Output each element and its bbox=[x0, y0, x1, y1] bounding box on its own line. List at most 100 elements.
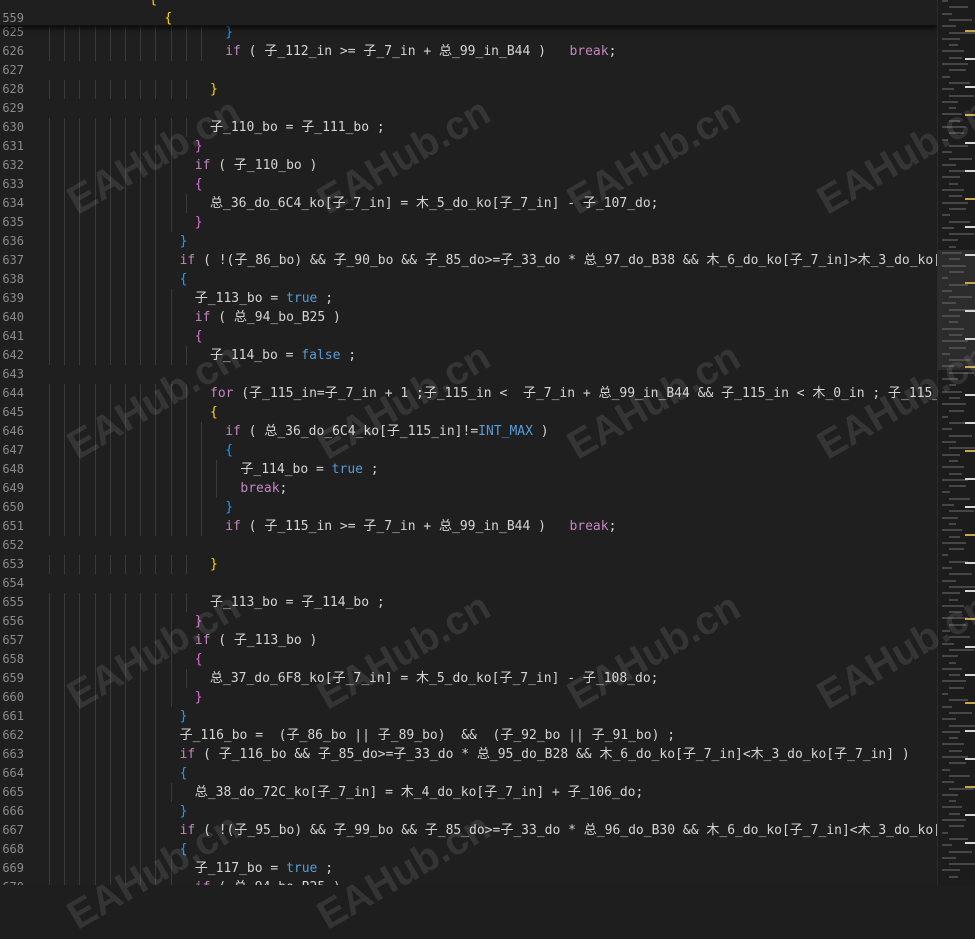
code-line[interactable]: 子_114_bo = false ; bbox=[210, 346, 356, 365]
indent-guide bbox=[140, 479, 142, 498]
indent-guide bbox=[155, 194, 157, 213]
minimap-highlight bbox=[965, 338, 975, 340]
minimap-line bbox=[949, 598, 958, 601]
indent-guide bbox=[109, 669, 111, 688]
code-line[interactable]: } bbox=[180, 232, 188, 251]
minimap-line bbox=[949, 69, 966, 72]
indent-guide bbox=[140, 251, 142, 270]
indent-guide bbox=[109, 460, 111, 479]
code-line[interactable]: if ( 子_113_bo ) bbox=[195, 631, 318, 650]
minimap-line bbox=[949, 837, 968, 840]
code-line[interactable]: { bbox=[180, 764, 188, 783]
code-line[interactable]: { bbox=[225, 441, 233, 460]
indent-guide bbox=[94, 878, 96, 885]
code-line[interactable]: if ( !(子_86_bo) && 子_90_bo && 子_85_do>=子… bbox=[180, 251, 937, 270]
code-line[interactable]: if ( 子_110_bo ) bbox=[195, 156, 318, 175]
indent-guide bbox=[155, 707, 157, 726]
minimap-line bbox=[949, 636, 970, 639]
code-line[interactable]: } bbox=[225, 498, 233, 517]
code-line[interactable]: 子_114_bo = true ; bbox=[240, 460, 378, 479]
indent-guide bbox=[185, 517, 187, 536]
code-line[interactable]: if ( 总_94_bo_B25 ) bbox=[195, 878, 341, 885]
minimap-line bbox=[942, 466, 964, 469]
code-line[interactable]: } bbox=[195, 612, 203, 631]
indent-guide bbox=[170, 42, 172, 61]
indent-guide bbox=[79, 80, 81, 99]
code-line[interactable]: 子_110_bo = 子_111_bo ; bbox=[210, 118, 385, 137]
code-line[interactable]: if ( 子_115_in >= 子_7_in + 总_99_in_B44 ) … bbox=[225, 517, 616, 536]
indent-guide bbox=[155, 175, 157, 194]
indent-guide bbox=[125, 384, 126, 403]
code-line[interactable]: if ( 子_116_bo && 子_85_do>=子_33_do * 总_95… bbox=[180, 745, 910, 764]
code-line[interactable]: 子_113_bo = true ; bbox=[195, 289, 333, 308]
code-line[interactable]: if ( 子_112_in >= 子_7_in + 总_99_in_B44 ) … bbox=[225, 42, 616, 61]
code-line[interactable]: 子_117_bo = true ; bbox=[195, 859, 333, 878]
indent-guide bbox=[79, 555, 81, 574]
minimap-line bbox=[942, 25, 956, 28]
code-line[interactable]: { bbox=[210, 403, 218, 422]
code-line[interactable]: { bbox=[180, 840, 188, 859]
code-line[interactable]: } bbox=[180, 707, 188, 726]
code-line[interactable]: if ( !(子_95_bo) && 子_99_bo && 子_85_do>=子… bbox=[180, 821, 937, 840]
indent-guide bbox=[64, 612, 66, 631]
code-line[interactable]: } bbox=[195, 213, 203, 232]
code-line[interactable]: break; bbox=[240, 479, 287, 498]
minimap-line bbox=[949, 447, 975, 450]
code-line[interactable]: if ( 总_94_bo_B25 ) bbox=[195, 308, 341, 327]
code-line[interactable]: 子_116_bo = (子_86_bo || 子_89_bo) && (子_92… bbox=[180, 726, 675, 745]
code-line[interactable]: 总_38_do_72C_ko[子_7_in] = 木_4_do_ko[子_7_i… bbox=[195, 783, 644, 802]
indent-guide bbox=[94, 327, 96, 346]
minimap-line bbox=[942, 163, 956, 166]
code-line[interactable]: 总_37_do_6F8_ko[子_7_in] = 木_5_do_ko[子_7_i… bbox=[210, 669, 659, 688]
indent-guide bbox=[125, 669, 126, 688]
indent-guide bbox=[125, 726, 126, 745]
minimap-line bbox=[949, 296, 972, 299]
indent-guide bbox=[140, 289, 142, 308]
code-line[interactable]: } bbox=[180, 802, 188, 821]
code-line[interactable]: } bbox=[210, 80, 218, 99]
indent-guide bbox=[79, 802, 81, 821]
minimap-line bbox=[949, 384, 956, 387]
indent-guide bbox=[64, 403, 66, 422]
sticky-scroll-header[interactable]: {559 { bbox=[0, 0, 937, 26]
code-area[interactable]: 625} 626 if ( 子_112_in >= 子_7_in + 总_99_in… bbox=[0, 0, 937, 885]
sticky-code-line[interactable]: { bbox=[149, 0, 157, 9]
minimap[interactable] bbox=[937, 0, 975, 885]
indent-guide bbox=[94, 707, 96, 726]
indent-guide bbox=[109, 726, 111, 745]
code-line[interactable]: { bbox=[180, 270, 188, 289]
indent-guide bbox=[79, 479, 81, 498]
line-number: 649 bbox=[2, 481, 24, 495]
line-number: 666 bbox=[2, 804, 24, 818]
indent-guide bbox=[64, 821, 66, 840]
minimap-line bbox=[942, 567, 952, 569]
code-line[interactable]: } bbox=[195, 137, 203, 156]
indent-guide bbox=[140, 156, 142, 175]
code-line[interactable]: for (子_115_in=子_7_in + 1 ;子_115_in < 子_7… bbox=[210, 384, 937, 403]
line-number: 664 bbox=[2, 766, 24, 780]
indent-guide bbox=[109, 764, 111, 783]
minimap-line bbox=[949, 81, 970, 84]
indent-guide bbox=[155, 42, 157, 61]
code-line[interactable]: } bbox=[210, 555, 218, 574]
code-line[interactable]: { bbox=[195, 327, 203, 346]
indent-guide bbox=[125, 460, 126, 479]
indent-guide bbox=[155, 669, 157, 688]
code-line[interactable]: } bbox=[195, 688, 203, 707]
code-editor[interactable]: 625} 626 if ( 子_112_in >= 子_7_in + 总_99_in… bbox=[0, 0, 937, 885]
indent-guide bbox=[109, 688, 111, 707]
code-line[interactable]: if ( 总_36_do_6C4_ko[子_115_in]!=INT_MAX ) bbox=[225, 422, 548, 441]
sticky-code-line[interactable]: { bbox=[164, 9, 172, 28]
code-line[interactable]: 子_113_bo = 子_114_bo ; bbox=[210, 593, 385, 612]
code-line[interactable]: { bbox=[195, 175, 203, 194]
minimap-highlight bbox=[965, 674, 975, 676]
code-line[interactable]: 总_36_do_6C4_ko[子_7_in] = 木_5_do_ko[子_7_i… bbox=[210, 194, 659, 213]
indent-guide bbox=[94, 612, 96, 631]
indent-guide bbox=[125, 612, 126, 631]
indent-guide bbox=[79, 422, 81, 441]
indent-guide bbox=[49, 137, 50, 156]
indent-guide bbox=[79, 194, 81, 213]
minimap-line bbox=[949, 107, 956, 110]
indent-guide bbox=[79, 156, 81, 175]
code-line[interactable]: { bbox=[195, 650, 203, 669]
